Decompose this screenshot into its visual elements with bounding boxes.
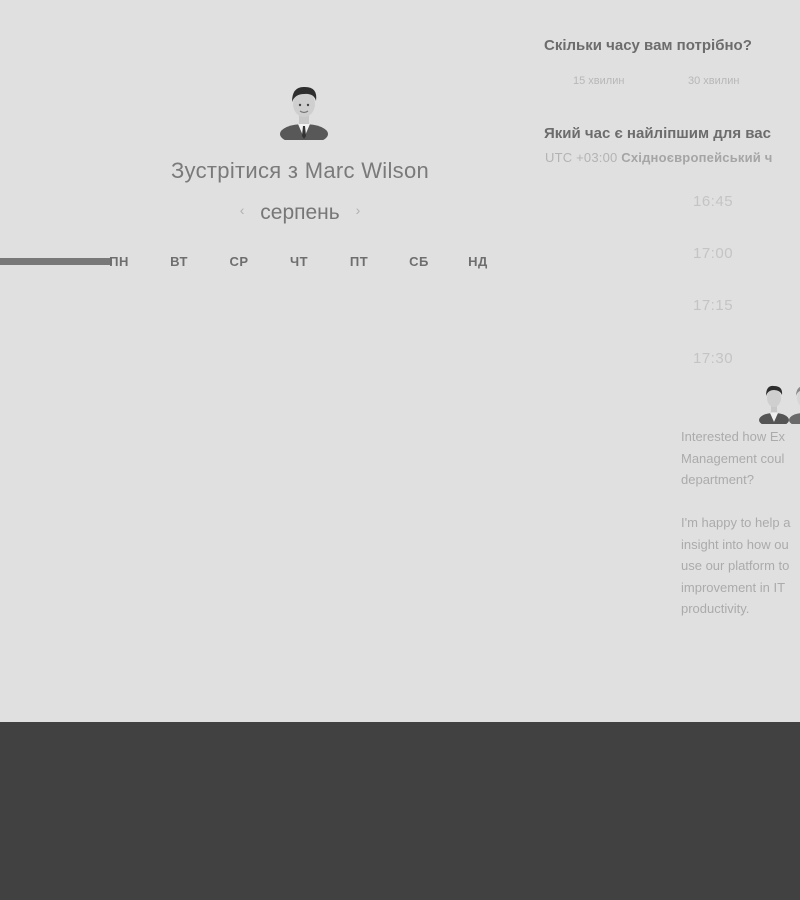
time-slot-1715[interactable]: 17:15 [693,297,733,314]
duration-question: Скільки часу вам потрібно? [544,37,752,54]
weekday-wed: СР [229,254,249,269]
host-avatars [759,385,800,424]
month-label: серпень [260,201,340,225]
chevron-left-icon[interactable]: ‹ [230,202,255,218]
month-navigation: ‹ серпень › [0,201,600,225]
booking-panel: Зустрітися з Marc Wilson ‹ серпень › ПН … [0,0,800,722]
timezone-offset: UTC +03:00 [545,150,618,165]
loading-progress-bar [0,258,112,265]
timezone-selector[interactable]: UTC +03:00 Східноєвропейський ч [545,150,773,165]
weekday-mon: ПН [109,254,129,269]
duration-option-30[interactable]: 30 хвилин [688,75,739,87]
chevron-right-icon[interactable]: › [346,202,371,218]
meeting-title: Зустрітися з Marc Wilson [170,158,430,183]
weekday-fri: ПТ [349,254,369,269]
weekday-thu: ЧТ [289,254,309,269]
time-question: Який час є найліпшим для вас [544,125,771,142]
weekday-sun: НД [468,254,488,269]
duration-option-15[interactable]: 15 хвилин [573,75,624,87]
description-body: I'm happy to help a insight into how ou … [681,515,791,616]
person-portrait-icon [789,386,800,424]
weekday-tue: ВТ [170,254,188,269]
timezone-name: Східноєвропейський ч [621,150,773,165]
loading-progress-fill [0,258,112,265]
weekday-sat: СБ [409,254,429,269]
time-slot-1730[interactable]: 17:30 [693,350,733,367]
time-slot-1645[interactable]: 16:45 [693,193,733,210]
footer-bar [0,722,800,900]
host-avatar [280,86,328,140]
time-slot-1700[interactable]: 17:00 [693,245,733,262]
description-intro: Interested how Ex Management coul depart… [681,429,786,487]
person-portrait-icon [759,385,789,424]
